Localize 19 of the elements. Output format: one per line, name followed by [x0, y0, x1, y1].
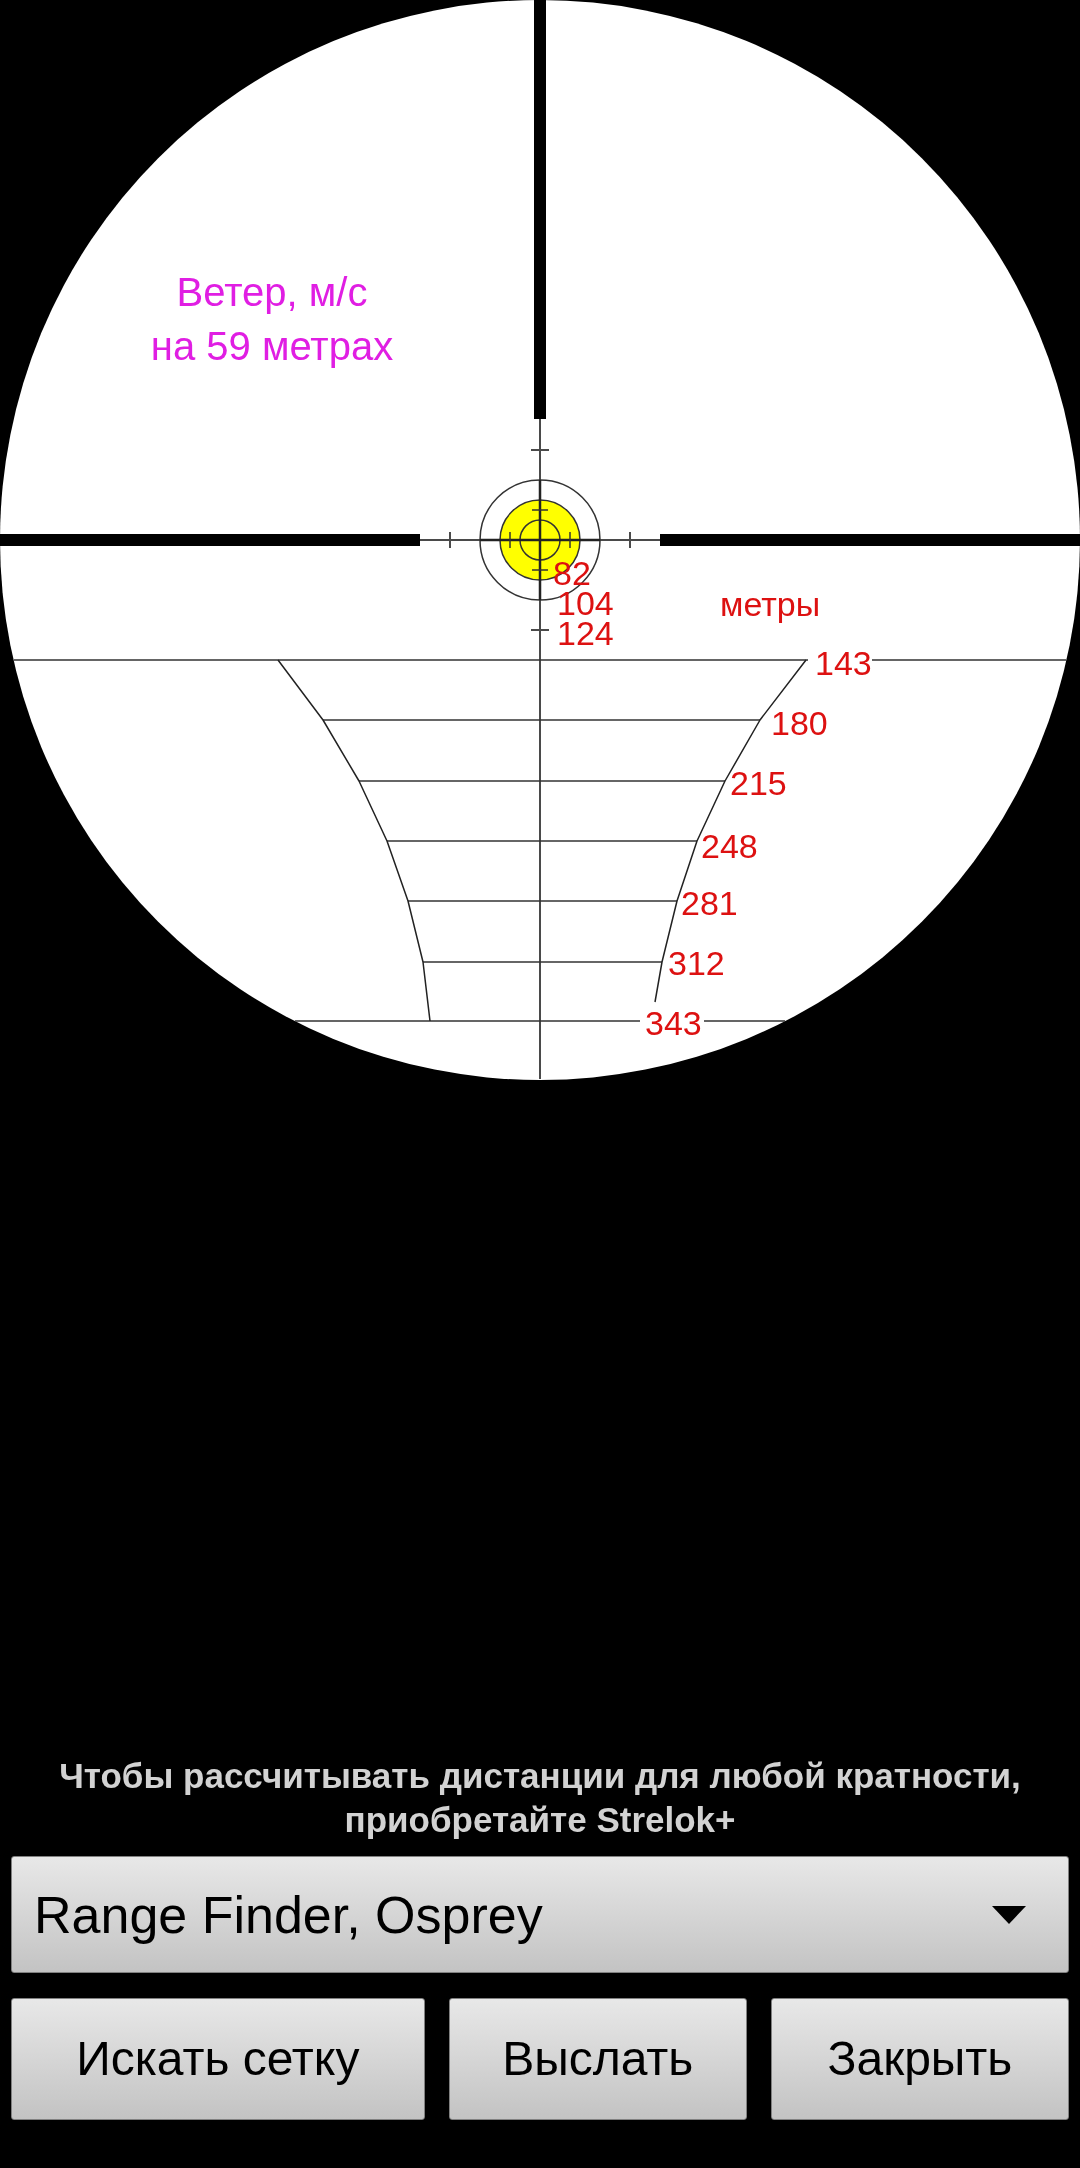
range-label: 281 [681, 884, 738, 922]
action-button[interactable]: Закрыть [770, 1998, 1069, 2120]
upgrade-notice: Чтобы рассчитывать дистанции для любой кратности, приобретайте Strelok+ [58, 1755, 1022, 1841]
range-label: 143 [815, 644, 872, 682]
tick-mark [449, 531, 451, 549]
range-label: 248 [701, 827, 758, 865]
action-button[interactable]: Искать сетку [11, 1998, 425, 2120]
range-label: 343 [645, 1004, 702, 1042]
tick-mark [530, 629, 550, 631]
units-label: метры [720, 585, 821, 623]
range-label: 312 [668, 944, 725, 982]
tick-mark [530, 449, 550, 451]
reticle-dropdown[interactable]: Range Finder, Osprey [11, 1856, 1069, 1973]
caret-icon [992, 1905, 1026, 1924]
wind-note: Ветер, м/с на 59 метрах [150, 270, 394, 368]
range-label: 180 [771, 704, 828, 742]
action-button[interactable]: Выслать [448, 1998, 747, 2120]
tick-mark [629, 531, 631, 549]
range-label: 215 [730, 764, 787, 802]
